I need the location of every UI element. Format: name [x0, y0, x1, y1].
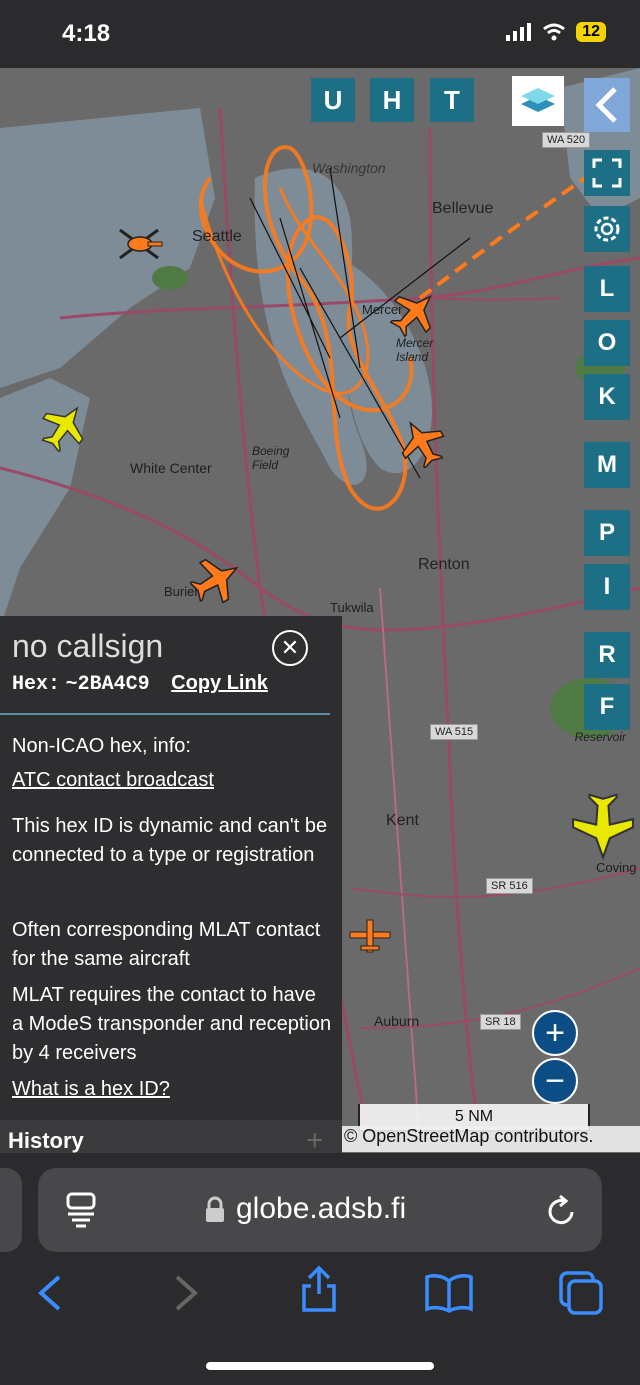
atc-contact-link-text[interactable]: ATC contact broadcast — [12, 769, 214, 791]
map-label-white-center: White Center — [130, 460, 212, 476]
tabs-button[interactable] — [556, 1268, 606, 1318]
close-panel-button[interactable]: ✕ — [272, 630, 308, 666]
map-label-bellevue: Bellevue — [432, 200, 494, 217]
battery-indicator: 12 — [576, 22, 606, 42]
close-icon: ✕ — [280, 635, 300, 660]
toggle-i-button[interactable]: I — [584, 564, 630, 610]
map-label-covington: Coving — [596, 860, 637, 875]
toggle-f-button[interactable]: F — [584, 684, 630, 730]
chevron-left-icon — [595, 87, 617, 123]
status-time: 4:18 — [62, 20, 111, 47]
forward-button[interactable] — [162, 1268, 212, 1318]
map-scale-label: 5 NM — [454, 1108, 494, 1125]
status-icons: 12 — [506, 22, 606, 42]
settings-button[interactable] — [584, 206, 630, 252]
atc-contact-link[interactable]: ATC contact broadcast — [12, 766, 332, 795]
mlat-requirements-text: MLAT requires the contact to have a Mode… — [12, 984, 332, 1064]
layers-button[interactable] — [512, 76, 564, 126]
history-label: History — [8, 1128, 84, 1153]
toggle-r-button[interactable]: R — [584, 632, 630, 678]
back-button[interactable] — [24, 1268, 74, 1318]
aircraft-callsign: no callsign — [12, 628, 164, 664]
map-label-mercer-island: Mercer Island — [396, 336, 434, 364]
road-shield-sr516: SR 516 — [486, 878, 533, 894]
toggle-u-button[interactable]: U — [311, 78, 355, 122]
fullscreen-button[interactable] — [584, 150, 630, 196]
copy-link[interactable]: Copy Link — [171, 672, 268, 694]
hex-row: Hex: ~2BA4C9 Copy Link — [12, 672, 268, 696]
hex-value: ~2BA4C9 — [65, 673, 150, 696]
reader-mode-icon[interactable] — [62, 1190, 100, 1230]
previous-tab-stub[interactable] — [0, 1168, 22, 1252]
road-shield-wa515: WA 515 — [430, 724, 479, 740]
aircraft-icon-yellow-covington[interactable] — [570, 792, 636, 860]
map-label-seattle: Seattle — [192, 228, 242, 245]
collapse-sidebar-button[interactable] — [584, 78, 630, 132]
share-icon — [302, 1265, 336, 1312]
status-bar: 4:18 12 — [0, 0, 640, 68]
share-button[interactable] — [294, 1264, 344, 1314]
map-attribution[interactable]: © OpenStreetMap contributors. — [340, 1126, 640, 1152]
toggle-h-button[interactable]: H — [370, 78, 414, 122]
map-label-kent: Kent — [386, 812, 419, 829]
aircraft-icon-small-kent[interactable] — [346, 916, 394, 956]
gear-icon — [594, 216, 620, 242]
road-shield-wa520: WA 520 — [542, 132, 591, 148]
aircraft-icon-yellow-west[interactable] — [40, 402, 88, 452]
bookmarks-icon — [425, 1274, 473, 1313]
panel-divider — [0, 713, 330, 715]
toggle-t-button[interactable]: T — [430, 78, 474, 122]
lock-icon — [206, 1196, 224, 1222]
non-icao-info: Non-ICAO hex, info: — [12, 735, 191, 757]
aircraft-icon-orange-burien[interactable] — [190, 554, 242, 606]
map-label-tukwila: Tukwila — [330, 600, 374, 615]
road-shield-sr18: SR 18 — [480, 1014, 521, 1030]
signal-icon — [506, 23, 532, 41]
aircraft-info-panel — [0, 616, 342, 1153]
layers-icon — [521, 88, 555, 112]
aircraft-helicopter-icon[interactable] — [118, 224, 164, 264]
fullscreen-icon — [592, 158, 622, 188]
back-arrow-icon — [37, 1275, 61, 1311]
zoom-in-button[interactable]: + — [532, 1010, 578, 1056]
hex-id-help-link[interactable]: What is a hex ID? — [12, 1075, 332, 1104]
toggle-m-button[interactable]: M — [584, 442, 630, 488]
toggle-k-button[interactable]: K — [584, 374, 630, 420]
hex-id-help-link-text[interactable]: What is a hex ID? — [12, 1078, 170, 1100]
mlat-contact-text: Often corresponding MLAT contact for the… — [12, 919, 321, 970]
tabs-icon — [559, 1271, 603, 1315]
zoom-out-button[interactable]: − — [532, 1058, 578, 1104]
map-label-boeing-field: Boeing Field — [252, 444, 290, 472]
hex-label: Hex: — [12, 673, 61, 696]
forward-arrow-icon — [175, 1275, 199, 1311]
map-label-washington: Washington — [312, 160, 386, 176]
map-label-auburn: Auburn — [374, 1013, 420, 1029]
toggle-l-button[interactable]: L — [584, 266, 630, 312]
bookmarks-button[interactable] — [424, 1268, 474, 1318]
wifi-icon — [543, 23, 566, 41]
aircraft-icon-orange-south-lake[interactable] — [398, 418, 446, 468]
toggle-o-button[interactable]: O — [584, 320, 630, 366]
dynamic-hex-text: This hex ID is dynamic and can't be conn… — [12, 815, 328, 866]
map-label-renton: Renton — [418, 556, 470, 573]
toggle-p-button[interactable]: P — [584, 510, 630, 556]
home-indicator[interactable] — [206, 1362, 434, 1370]
url-text[interactable]: globe.adsb.fi — [236, 1192, 406, 1226]
reload-icon[interactable] — [542, 1192, 580, 1230]
aircraft-icon-orange-mercer[interactable] — [390, 288, 438, 338]
